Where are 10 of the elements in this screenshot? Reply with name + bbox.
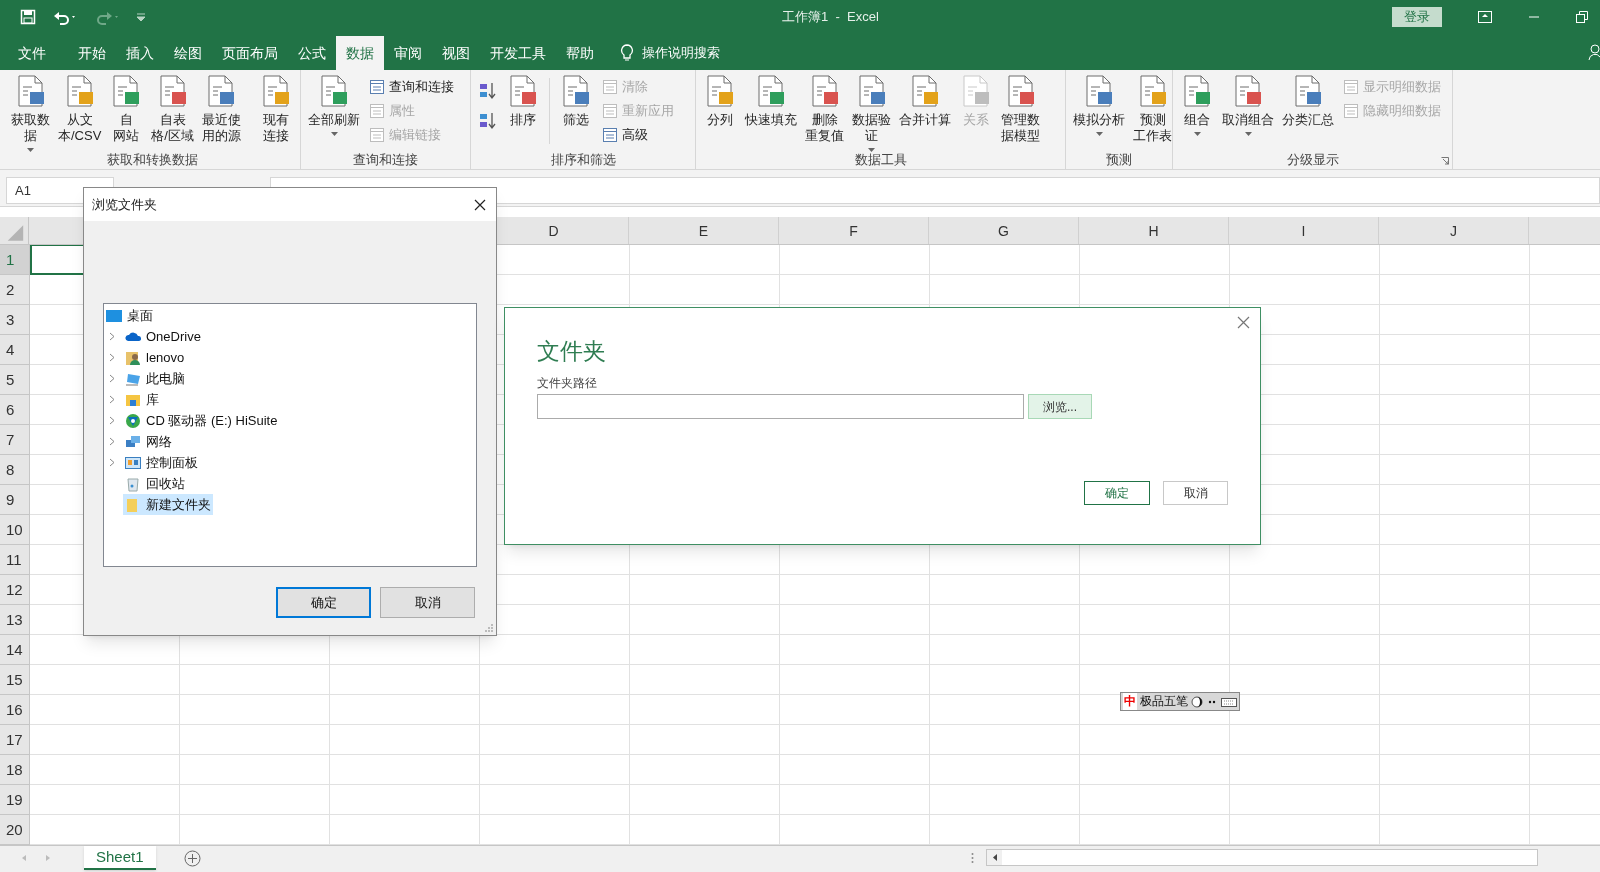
group-title: 数据工具 [854, 152, 907, 168]
group-title: 预测 [1106, 152, 1132, 168]
group-title: 排序和筛选 [550, 152, 616, 168]
group-title: 获取和转换数据 [106, 152, 198, 168]
field-label: 文件夹路径 [537, 375, 598, 392]
window-title: 工作簿1 - Excel [782, 8, 879, 26]
dialog-heading: 文件夹 [537, 337, 607, 366]
group-title: 查询和连接 [353, 152, 418, 168]
input-method-name: 极品五笔 [1140, 693, 1188, 710]
group-title: 分级显示 [1286, 152, 1339, 168]
